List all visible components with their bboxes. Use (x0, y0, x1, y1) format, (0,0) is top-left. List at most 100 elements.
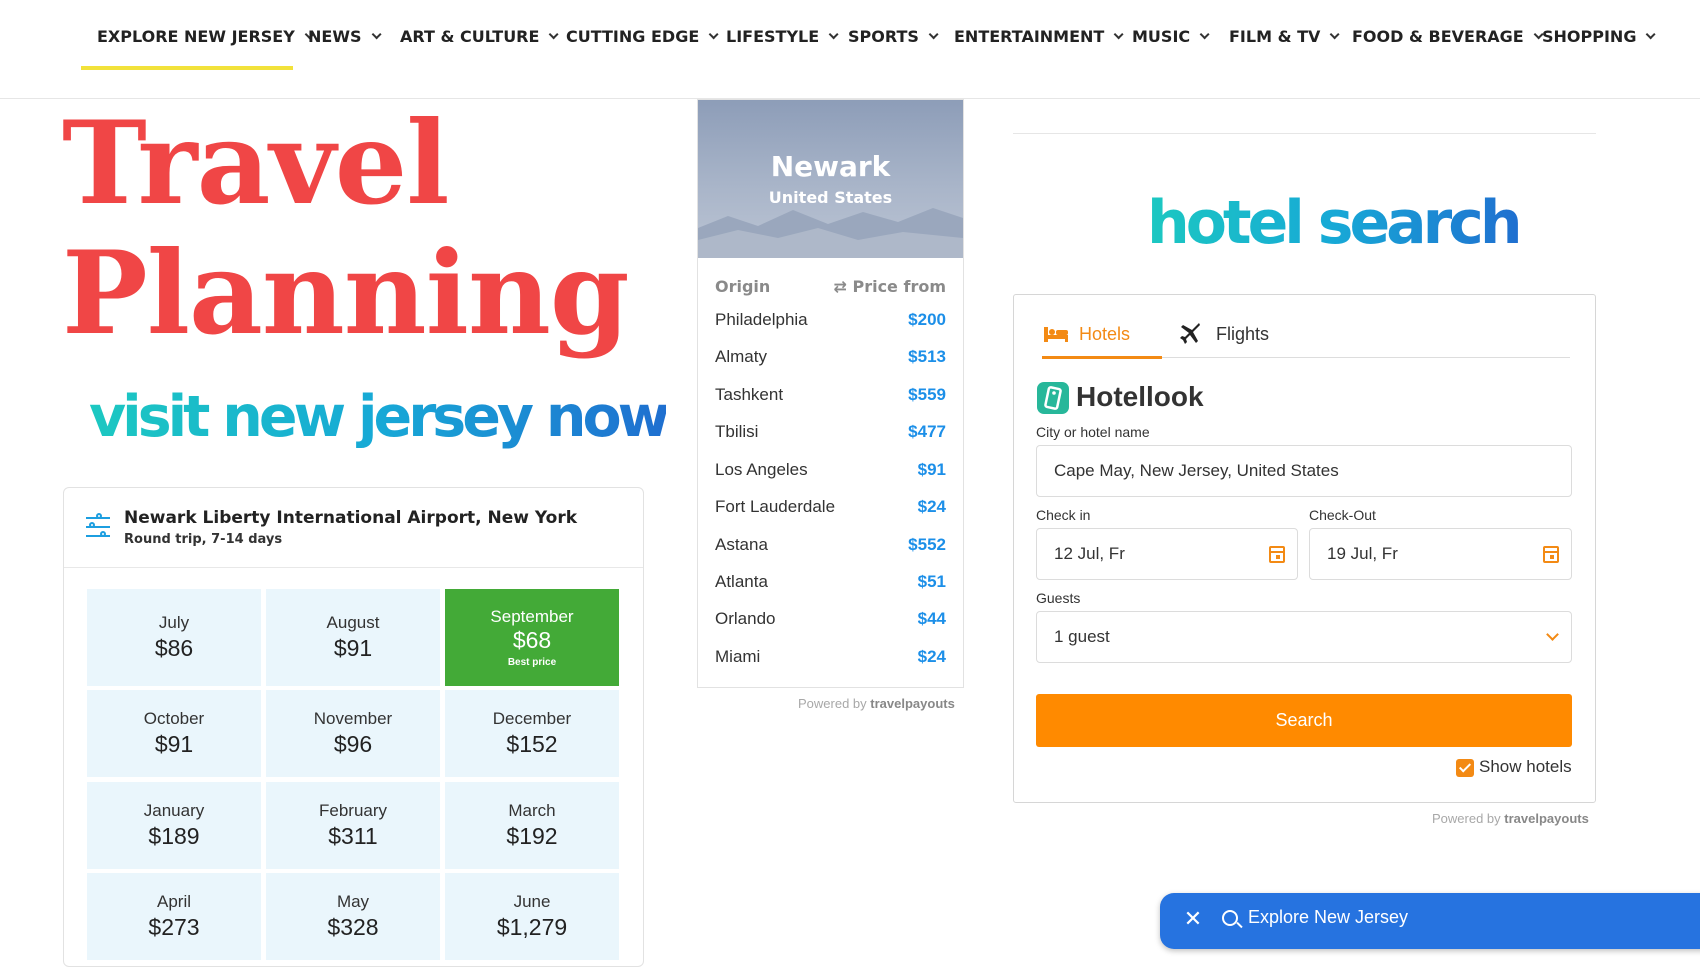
month-cell[interactable]: August $91 (266, 589, 440, 686)
month-cell-best-price[interactable]: September $68 Best price (445, 589, 619, 686)
price-header-label: Price from (852, 277, 946, 296)
nav-item-entertainment[interactable]: ENTERTAINMENT (954, 0, 1124, 72)
origin-price[interactable]: $91 (918, 460, 946, 480)
origin-price[interactable]: $200 (908, 310, 946, 330)
origin-price[interactable]: $44 (918, 609, 946, 629)
powered-brand: travelpayouts (1504, 811, 1589, 826)
nav-item-art-culture[interactable]: ART & CULTURE (400, 0, 560, 72)
nav-item-explore-new-jersey[interactable]: EXPLORE NEW JERSEY (97, 0, 315, 72)
top-navigation: EXPLORE NEW JERSEY NEWS ART & CULTURE CU… (0, 0, 1700, 99)
month-price: $96 (333, 731, 373, 757)
month-name: December (492, 709, 572, 728)
hotel-search-heading: hotel search (1147, 188, 1523, 258)
month-name: July (158, 613, 190, 632)
filter-sliders-icon[interactable] (86, 513, 110, 540)
explore-search-text[interactable]: Explore New Jersey (1248, 907, 1408, 928)
month-price: $91 (333, 635, 373, 661)
origin-city[interactable]: Fort Lauderdale (715, 497, 835, 517)
origin-price[interactable]: $477 (908, 422, 946, 442)
destination-hero-image: Newark United States (698, 100, 963, 258)
search-button[interactable]: Search (1036, 694, 1572, 747)
origin-price[interactable]: $51 (918, 572, 946, 592)
month-cell[interactable]: June $1,279 (445, 873, 619, 960)
destination-prices-widget: Newark United States Origin ⇄ Price from… (697, 99, 964, 688)
month-cell[interactable]: July $86 (87, 589, 261, 686)
origin-city[interactable]: Miami (715, 647, 760, 667)
calendar-header: Newark Liberty International Airport, Ne… (64, 488, 643, 568)
origin-price[interactable]: $513 (908, 347, 946, 367)
month-cell[interactable]: May $328 (266, 873, 440, 960)
checkout-label: Check-Out (1309, 507, 1376, 523)
nav-item-food-beverage[interactable]: FOOD & BEVERAGE (1352, 0, 1544, 72)
origin-price[interactable]: $24 (918, 497, 946, 517)
powered-by-travelpayouts[interactable]: Powered by travelpayouts (798, 696, 955, 711)
chevron-down-icon (1546, 628, 1559, 641)
best-price-badge: Best price (507, 657, 557, 668)
month-price: $273 (148, 914, 200, 940)
city-input[interactable]: Cape May, New Jersey, United States (1036, 445, 1572, 497)
month-price: $328 (327, 914, 379, 940)
origin-price[interactable]: $559 (908, 385, 946, 405)
month-name: October (143, 709, 205, 728)
chevron-down-icon (1646, 28, 1657, 39)
chevron-down-icon (1113, 28, 1124, 39)
hotellook-brand: Hotellook (1076, 381, 1204, 412)
city-field-label: City or hotel name (1036, 424, 1150, 440)
origin-city[interactable]: Philadelphia (715, 310, 808, 330)
tab-hotels-label: Hotels (1079, 323, 1131, 344)
tab-flights-label: Flights (1216, 323, 1270, 344)
month-cell[interactable]: December $152 (445, 690, 619, 777)
month-name: January (143, 801, 205, 820)
nav-item-label: NEWS (308, 26, 362, 46)
checkin-date-field[interactable]: 12 Jul, Fr (1036, 528, 1298, 580)
origin-city[interactable]: Almaty (715, 347, 767, 367)
month-price: $86 (154, 635, 194, 661)
nav-item-label: SHOPPING (1542, 26, 1637, 46)
search-icon (1222, 910, 1238, 926)
nav-item-music[interactable]: MUSIC (1132, 0, 1210, 72)
nav-item-shopping[interactable]: SHOPPING (1542, 0, 1657, 72)
price-column-header[interactable]: ⇄ Price from (833, 277, 946, 296)
swap-arrows-icon: ⇄ (833, 277, 853, 296)
nav-item-lifestyle[interactable]: LIFESTYLE (726, 0, 839, 72)
month-cell[interactable]: March $192 (445, 782, 619, 869)
month-cell[interactable]: April $273 (87, 873, 261, 960)
origin-column-header: Origin (715, 277, 771, 296)
origin-price[interactable]: $552 (908, 535, 946, 555)
month-cell[interactable]: October $91 (87, 690, 261, 777)
origin-city[interactable]: Tashkent (715, 385, 783, 405)
guests-select[interactable]: 1 guest (1036, 611, 1572, 663)
checkout-date-field[interactable]: 19 Jul, Fr (1309, 528, 1572, 580)
tab-flights[interactable]: Flights (1180, 315, 1269, 353)
powered-brand: travelpayouts (870, 696, 955, 711)
calendar-route-title: Newark Liberty International Airport, Ne… (124, 508, 578, 528)
nav-item-news[interactable]: NEWS (308, 0, 382, 72)
origin-city[interactable]: Orlando (715, 609, 775, 629)
powered-by-travelpayouts[interactable]: Powered by travelpayouts (1432, 811, 1589, 826)
origin-city[interactable]: Los Angeles (715, 460, 808, 480)
nav-item-cutting-edge[interactable]: CUTTING EDGE (566, 0, 719, 72)
nav-item-sports[interactable]: SPORTS (848, 0, 939, 72)
origin-price[interactable]: $24 (918, 647, 946, 667)
origin-city[interactable]: Atlanta (715, 572, 768, 592)
month-price: $152 (506, 731, 558, 757)
origin-city[interactable]: Tbilisi (715, 422, 758, 442)
month-name: March (508, 801, 556, 820)
explore-search-bar[interactable]: ✕ Explore New Jersey (1160, 893, 1700, 949)
month-cell[interactable]: January $189 (87, 782, 261, 869)
chevron-down-icon (928, 28, 939, 39)
show-hotels-checkbox[interactable] (1456, 759, 1474, 777)
month-cell[interactable]: February $311 (266, 782, 440, 869)
close-icon[interactable]: ✕ (1180, 907, 1206, 933)
month-cell[interactable]: November $96 (266, 690, 440, 777)
show-hotels-label[interactable]: Show hotels (1479, 757, 1572, 777)
guests-value: 1 guest (1054, 627, 1110, 646)
origin-city[interactable]: Astana (715, 535, 768, 555)
tab-hotels[interactable]: Hotels (1043, 315, 1130, 353)
checkout-value: 19 Jul, Fr (1327, 544, 1398, 563)
calendar-icon (1269, 546, 1285, 563)
title-line-2: Planning (62, 226, 630, 360)
nav-item-label: FILM & TV (1229, 26, 1321, 46)
page-title: Travel Planning (62, 98, 630, 360)
nav-item-film-tv[interactable]: FILM & TV (1229, 0, 1340, 72)
